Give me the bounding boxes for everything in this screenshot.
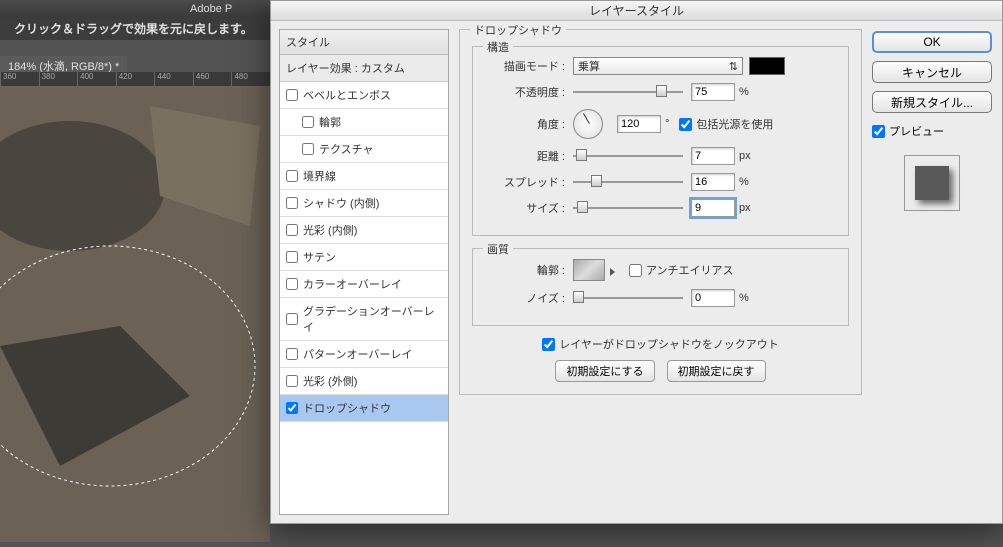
style-item-checkbox[interactable] [286, 170, 298, 182]
spread-unit: % [739, 176, 749, 188]
style-item-checkbox[interactable] [286, 313, 298, 325]
reset-default-button[interactable]: 初期設定に戻す [667, 360, 766, 382]
style-item-label: カラーオーバーレイ [303, 276, 402, 292]
distance-slider[interactable] [573, 149, 683, 163]
opacity-input[interactable] [691, 83, 735, 101]
style-item-label: グラデーションオーバーレイ [303, 303, 442, 335]
antialias-label: アンチエイリアス [646, 262, 734, 278]
noise-label: ノイズ : [485, 290, 565, 306]
style-item-1[interactable]: 輪郭 [280, 109, 448, 136]
style-item-3[interactable]: 境界線 [280, 163, 448, 190]
noise-unit: % [739, 292, 749, 304]
spread-slider[interactable] [573, 175, 683, 189]
chevron-updown-icon: ⇅ [729, 60, 738, 73]
distance-unit: px [739, 150, 751, 162]
style-item-7[interactable]: カラーオーバーレイ [280, 271, 448, 298]
global-light-label: 包括光源を使用 [696, 116, 773, 132]
angle-dial[interactable] [573, 109, 603, 139]
style-item-5[interactable]: 光彩 (内側) [280, 217, 448, 244]
action-panel: OK キャンセル 新規スタイル... プレビュー [872, 21, 1002, 523]
style-item-10[interactable]: 光彩 (外側) [280, 368, 448, 395]
drop-shadow-title: ドロップシャドウ [470, 22, 566, 38]
noise-slider[interactable] [573, 291, 683, 305]
opacity-label: 不透明度 : [485, 84, 565, 100]
blend-mode-select[interactable]: 乗算 ⇅ [573, 57, 743, 75]
preview-swatch [915, 166, 949, 200]
ok-button[interactable]: OK [872, 31, 992, 53]
style-item-8[interactable]: グラデーションオーバーレイ [280, 298, 448, 341]
style-item-checkbox[interactable] [286, 197, 298, 209]
style-item-label: サテン [303, 249, 336, 265]
knockout-label: レイヤーがドロップシャドウをノックアウト [559, 336, 778, 352]
structure-fieldset: 構造 描画モード : 乗算 ⇅ 不透明度 : % [472, 46, 849, 236]
style-item-4[interactable]: シャドウ (内側) [280, 190, 448, 217]
style-item-6[interactable]: サテン [280, 244, 448, 271]
style-item-checkbox[interactable] [286, 348, 298, 360]
cancel-button[interactable]: キャンセル [872, 61, 992, 83]
style-item-label: 境界線 [303, 168, 336, 184]
antialias-checkbox[interactable] [629, 264, 642, 277]
layer-effects-row[interactable]: レイヤー効果 : カスタム [280, 55, 448, 82]
preview-box [904, 155, 960, 211]
horizontal-ruler: 360380400420440460480 [0, 72, 270, 86]
styles-list-panel: スタイル レイヤー効果 : カスタム ベベルとエンボス輪郭テクスチャ境界線シャド… [279, 29, 449, 515]
style-item-2[interactable]: テクスチャ [280, 136, 448, 163]
distance-input[interactable] [691, 147, 735, 165]
style-item-label: 輪郭 [319, 114, 341, 130]
size-unit: px [739, 202, 751, 214]
style-item-label: ベベルとエンボス [303, 87, 391, 103]
size-slider[interactable] [573, 201, 683, 215]
style-item-checkbox[interactable] [286, 402, 298, 414]
style-item-label: パターンオーバーレイ [303, 346, 412, 362]
style-item-checkbox[interactable] [302, 143, 314, 155]
global-light-checkbox[interactable] [679, 118, 692, 131]
style-item-label: 光彩 (内側) [303, 222, 357, 238]
shadow-color-swatch[interactable] [749, 57, 785, 75]
angle-input[interactable] [617, 115, 661, 133]
style-item-11[interactable]: ドロップシャドウ [280, 395, 448, 422]
style-item-label: シャドウ (内側) [303, 195, 379, 211]
drop-shadow-fieldset: ドロップシャドウ 構造 描画モード : 乗算 ⇅ 不透明度 : [459, 29, 862, 395]
style-item-checkbox[interactable] [286, 251, 298, 263]
style-item-checkbox[interactable] [286, 224, 298, 236]
angle-label: 角度 : [485, 116, 565, 132]
make-default-button[interactable]: 初期設定にする [555, 360, 654, 382]
size-input[interactable] [691, 199, 735, 217]
blend-mode-label: 描画モード : [485, 58, 565, 74]
dialog-title: レイヤースタイル [271, 1, 1002, 21]
size-label: サイズ : [485, 200, 565, 216]
knockout-checkbox[interactable] [542, 338, 555, 351]
style-item-checkbox[interactable] [302, 116, 314, 128]
quality-fieldset: 画質 輪郭 : アンチエイリアス ノイズ : % [472, 248, 849, 326]
style-item-9[interactable]: パターンオーバーレイ [280, 341, 448, 368]
quality-title: 画質 [483, 241, 513, 257]
spread-label: スプレッド : [485, 174, 565, 190]
opacity-slider[interactable] [573, 85, 683, 99]
spread-input[interactable] [691, 173, 735, 191]
style-item-0[interactable]: ベベルとエンボス [280, 82, 448, 109]
distance-label: 距離 : [485, 148, 565, 164]
contour-label: 輪郭 : [485, 262, 565, 278]
style-item-label: ドロップシャドウ [303, 400, 391, 416]
preview-checkbox[interactable] [872, 125, 885, 138]
noise-input[interactable] [691, 289, 735, 307]
new-style-button[interactable]: 新規スタイル... [872, 91, 992, 113]
settings-panel: ドロップシャドウ 構造 描画モード : 乗算 ⇅ 不透明度 : [449, 21, 872, 523]
preview-label: プレビュー [889, 123, 944, 139]
style-item-checkbox[interactable] [286, 375, 298, 387]
style-item-label: テクスチャ [319, 141, 374, 157]
opacity-unit: % [739, 86, 749, 98]
styles-header[interactable]: スタイル [280, 30, 448, 55]
style-item-checkbox[interactable] [286, 89, 298, 101]
angle-unit: ° [665, 118, 669, 130]
canvas-area[interactable] [0, 86, 270, 542]
layer-style-dialog: レイヤースタイル スタイル レイヤー効果 : カスタム ベベルとエンボス輪郭テク… [270, 0, 1003, 524]
structure-title: 構造 [483, 39, 513, 55]
style-item-checkbox[interactable] [286, 278, 298, 290]
style-item-label: 光彩 (外側) [303, 373, 357, 389]
contour-picker[interactable] [573, 259, 605, 281]
